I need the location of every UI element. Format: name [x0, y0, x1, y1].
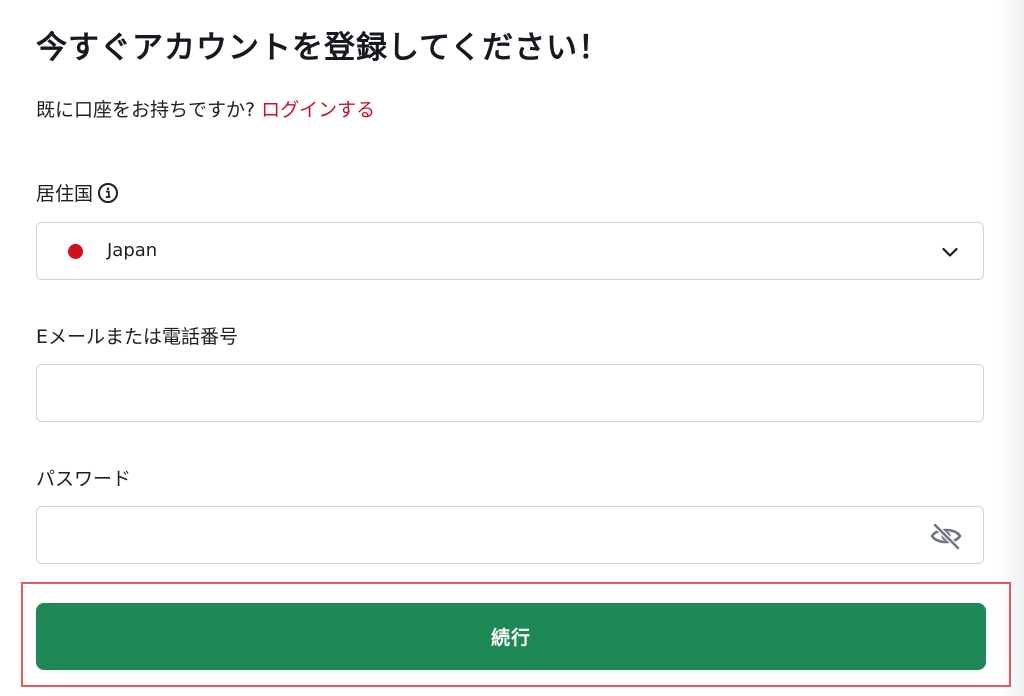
japan-flag-icon — [68, 244, 83, 259]
residence-label-text: 居住国 — [36, 183, 94, 205]
email-phone-label-text: Eメールまたは電話番号 — [36, 326, 239, 348]
password-label-text: パスワード — [36, 468, 132, 490]
email-phone-label: Eメールまたは電話番号 — [36, 322, 238, 349]
country-select[interactable]: Japan — [36, 222, 984, 280]
residence-label: 居住国 — [36, 179, 119, 206]
info-circle-icon[interactable] — [97, 182, 119, 204]
login-link[interactable]: ログインする — [261, 99, 375, 121]
continue-button[interactable]: 続行 — [36, 603, 986, 670]
registration-page: 今すぐアカウントを登録してください！ 既に口座をお持ちですか? ログインする 居… — [0, 0, 1024, 696]
login-prompt: 既に口座をお持ちですか? ログインする — [36, 95, 375, 122]
page-title: 今すぐアカウントを登録してください！ — [36, 30, 611, 66]
eye-slash-icon[interactable] — [929, 521, 963, 551]
password-label: パスワード — [36, 464, 131, 491]
country-select-value: Japan — [107, 240, 158, 261]
chevron-down-icon[interactable] — [941, 243, 959, 261]
email-phone-input[interactable] — [37, 365, 983, 421]
login-prompt-text: 既に口座をお持ちですか? — [36, 99, 262, 121]
password-input[interactable] — [37, 507, 983, 563]
password-field[interactable] — [36, 506, 984, 564]
email-phone-field[interactable] — [36, 364, 984, 422]
